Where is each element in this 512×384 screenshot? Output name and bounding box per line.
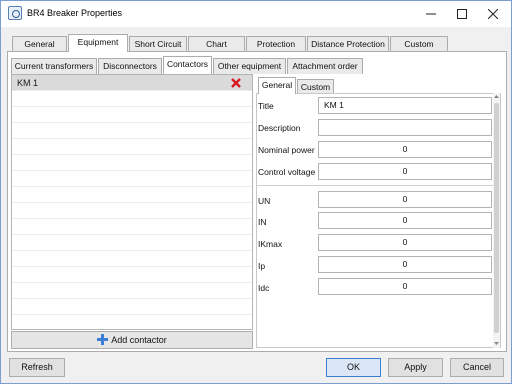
- tab-general[interactable]: General: [12, 36, 67, 52]
- window-title: BR4 Breaker Properties: [27, 8, 123, 18]
- list-item-label: KM 1: [17, 78, 39, 88]
- idc-label: Idc: [258, 283, 270, 293]
- plus-icon: [97, 334, 109, 345]
- title-bar[interactable]: BR4 Breaker Properties: [1, 1, 511, 27]
- empty-row: [12, 251, 252, 267]
- control-voltage-label: Control voltage: [258, 167, 316, 177]
- empty-row: [12, 107, 252, 123]
- empty-row: [12, 283, 252, 299]
- scrollbar-thumb[interactable]: [494, 103, 499, 333]
- add-contactor-button[interactable]: Add contactor: [11, 331, 253, 349]
- title-label: Title: [258, 101, 274, 111]
- empty-row: [12, 155, 252, 171]
- empty-row: [12, 299, 252, 315]
- empty-row: [12, 219, 252, 235]
- un-field[interactable]: 0: [318, 191, 492, 208]
- in-field[interactable]: 0: [318, 212, 492, 229]
- description-field[interactable]: [318, 119, 492, 136]
- close-window-button[interactable]: [477, 1, 509, 27]
- empty-row: [12, 187, 252, 203]
- subtab-disconnectors[interactable]: Disconnectors: [98, 58, 162, 74]
- empty-row: [12, 123, 252, 139]
- subtab-other-equipment[interactable]: Other equipment: [213, 58, 286, 74]
- divider: [257, 185, 493, 186]
- empty-row: [12, 171, 252, 187]
- scroll-down-icon[interactable]: [493, 339, 500, 347]
- app-logo-icon: [8, 6, 22, 20]
- proptab-general[interactable]: General: [258, 77, 296, 94]
- description-label: Description: [258, 123, 301, 133]
- apply-button[interactable]: Apply: [388, 358, 443, 377]
- ok-button[interactable]: OK: [326, 358, 381, 377]
- tab-short-circuit[interactable]: Short Circuit: [129, 36, 187, 52]
- ip-label: Ip: [258, 261, 266, 271]
- tab-equipment[interactable]: Equipment: [68, 34, 128, 52]
- subtab-attachment-order[interactable]: Attachment order: [287, 58, 363, 74]
- maximize-icon: [457, 9, 467, 19]
- tab-chart[interactable]: Chart: [188, 36, 245, 52]
- subtab-current-transformers[interactable]: Current transformers: [11, 58, 97, 74]
- empty-row: [12, 91, 252, 107]
- ikmax-field[interactable]: 0: [318, 234, 492, 251]
- ip-field[interactable]: 0: [318, 256, 492, 273]
- empty-row: [12, 139, 252, 155]
- idc-field[interactable]: 0: [318, 278, 492, 295]
- control-voltage-field[interactable]: 0: [318, 163, 492, 180]
- title-field[interactable]: KM 1: [318, 97, 492, 114]
- tab-distance-protection[interactable]: Distance Protection: [307, 36, 389, 52]
- empty-row: [12, 315, 252, 329]
- tab-protection[interactable]: Protection: [246, 36, 306, 52]
- empty-row: [12, 235, 252, 251]
- close-icon: [487, 8, 499, 20]
- properties-scrollbar[interactable]: [493, 93, 500, 348]
- minimize-icon: [426, 13, 436, 15]
- subtab-contactors[interactable]: Contactors: [163, 56, 212, 74]
- cancel-button[interactable]: Cancel: [450, 358, 504, 377]
- dialog-window: BR4 Breaker Properties General Equipment…: [0, 0, 512, 384]
- delete-x-icon[interactable]: [230, 77, 242, 89]
- proptab-custom[interactable]: Custom: [297, 79, 334, 94]
- maximize-button[interactable]: [446, 1, 478, 27]
- tab-custom[interactable]: Custom: [390, 36, 448, 52]
- contactor-list[interactable]: KM 1: [11, 74, 253, 330]
- un-label: UN: [258, 196, 271, 206]
- ikmax-label: IKmax: [258, 239, 283, 249]
- list-item[interactable]: KM 1: [12, 75, 252, 91]
- add-contactor-label: Add contactor: [111, 335, 167, 345]
- empty-row: [12, 267, 252, 283]
- minimize-button[interactable]: [415, 1, 447, 27]
- empty-row: [12, 203, 252, 219]
- in-label: IN: [258, 217, 267, 227]
- scroll-up-icon[interactable]: [493, 93, 500, 101]
- refresh-button[interactable]: Refresh: [9, 358, 65, 377]
- nominal-power-label: Nominal power: [258, 145, 315, 155]
- nominal-power-field[interactable]: 0: [318, 141, 492, 158]
